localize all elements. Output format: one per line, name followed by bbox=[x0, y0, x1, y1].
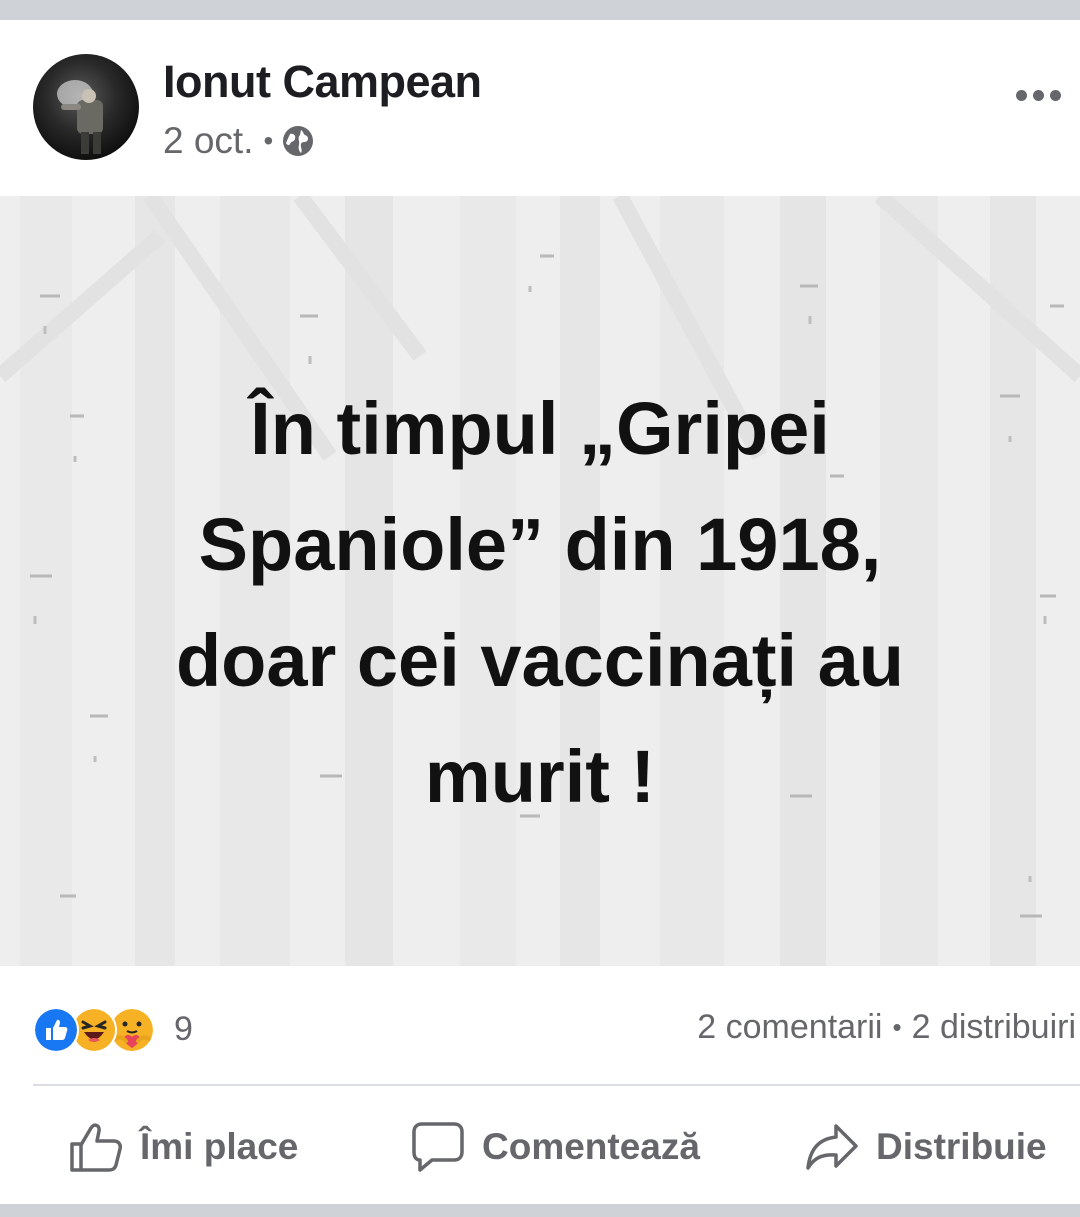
post-meta: 2 oct. • bbox=[163, 120, 315, 162]
post-image[interactable]: În timpul „Gripei Spaniole” din 1918, do… bbox=[0, 196, 1080, 966]
action-bar: Îmi place Comentează Distribuie bbox=[0, 1086, 1080, 1204]
more-dot bbox=[1049, 89, 1061, 101]
more-dot bbox=[1015, 89, 1027, 101]
thumbs-up-icon bbox=[70, 1123, 122, 1172]
image-text-line: murit ! bbox=[424, 735, 656, 818]
post-date[interactable]: 2 oct. bbox=[163, 120, 254, 162]
shares-count[interactable]: 2 distribuiri bbox=[912, 1008, 1076, 1047]
meta-separator: • bbox=[263, 125, 274, 156]
reaction-count[interactable]: 9 bbox=[174, 1010, 193, 1049]
globe-icon bbox=[283, 126, 314, 156]
author-name[interactable]: Ionut Campean bbox=[163, 56, 482, 108]
reaction-icons[interactable] bbox=[33, 1007, 155, 1053]
more-dot bbox=[1032, 89, 1044, 101]
share-button[interactable]: Distribuie bbox=[804, 1120, 1047, 1174]
avatar-image bbox=[57, 80, 103, 154]
post-image-text: În timpul „Gripei Spaniole” din 1918, do… bbox=[90, 371, 990, 835]
comment-label: Comentează bbox=[482, 1126, 700, 1167]
share-arrow-icon bbox=[806, 1124, 858, 1170]
engagement-summary: 2 comentarii • 2 distribuiri bbox=[697, 1008, 1076, 1047]
comment-button[interactable]: Comentează bbox=[410, 1120, 700, 1174]
image-text-line: Spaniole” din 1918, bbox=[198, 503, 882, 586]
like-label: Îmi place bbox=[140, 1126, 299, 1167]
image-text-line: În timpul „Gripei bbox=[250, 387, 830, 470]
image-text-line: doar cei vaccinați au bbox=[175, 619, 904, 702]
comments-count[interactable]: 2 comentarii bbox=[697, 1008, 882, 1047]
share-label: Distribuie bbox=[876, 1126, 1047, 1167]
post-header: Ionut Campean 2 oct. • bbox=[0, 20, 1080, 196]
author-avatar[interactable] bbox=[33, 54, 139, 160]
more-options-icon[interactable] bbox=[1008, 78, 1068, 112]
engagement-separator: • bbox=[892, 1012, 902, 1042]
like-reaction-icon bbox=[33, 1007, 79, 1053]
post-card: Ionut Campean 2 oct. • În timpul „Gripei… bbox=[0, 20, 1080, 1204]
like-button[interactable]: Îmi place bbox=[68, 1120, 298, 1174]
reactions-bar: 9 2 comentarii • 2 distribuiri bbox=[0, 966, 1080, 1084]
comment-bubble-icon bbox=[412, 1122, 464, 1172]
